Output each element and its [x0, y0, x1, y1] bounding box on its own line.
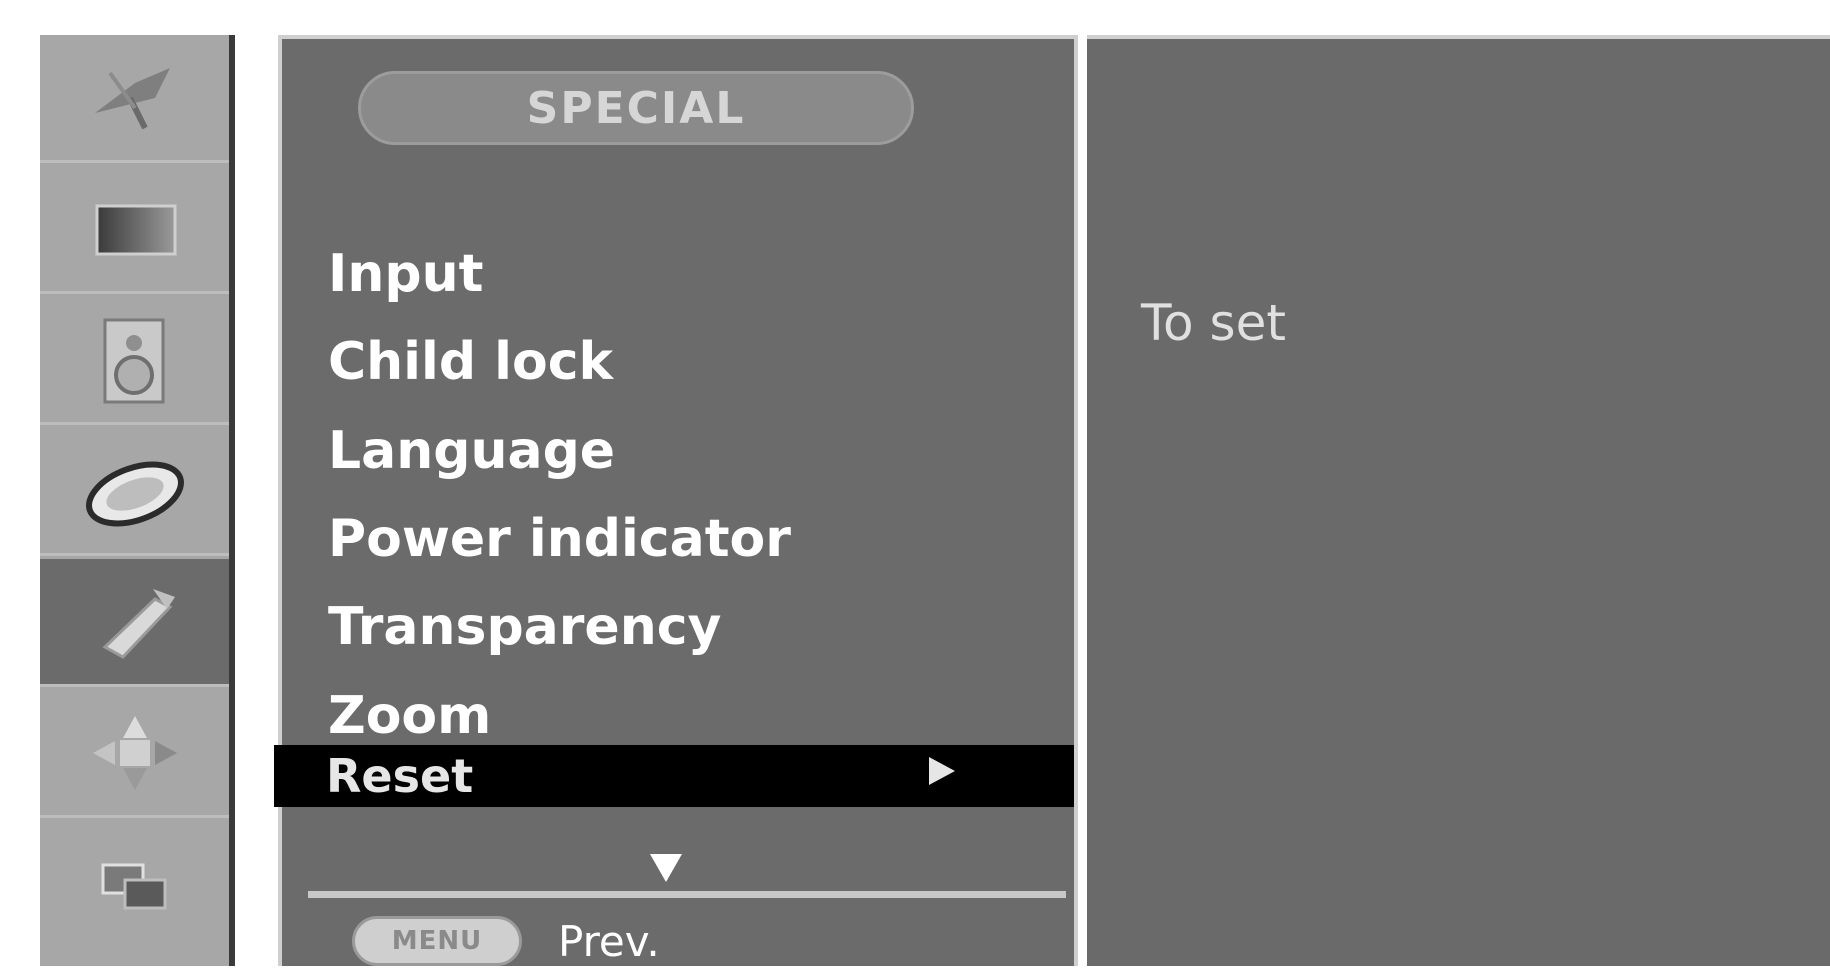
menu-item-zoom[interactable]: Zoom	[328, 676, 491, 756]
sidebar-item-station[interactable]	[40, 35, 229, 163]
footer-divider	[308, 891, 1066, 898]
sidebar-item-picture[interactable]	[40, 166, 229, 294]
menu-footer: MENU Prev.	[352, 911, 660, 971]
menu-item-power-indicator[interactable]: Power indicator	[328, 499, 791, 579]
chevron-right-icon	[929, 757, 955, 785]
menu-title: SPECIAL	[358, 71, 914, 145]
disc-icon	[85, 461, 184, 526]
speaker-icon	[103, 318, 164, 403]
special-menu-panel: SPECIAL Input Child lock Language Power …	[274, 35, 1078, 966]
sidebar-item-pip[interactable]	[40, 821, 229, 949]
screen-layers-icon	[101, 863, 166, 910]
sidebar-item-screen[interactable]	[40, 690, 229, 818]
menu-item-input[interactable]: Input	[328, 234, 483, 314]
menu-button-icon[interactable]: MENU	[352, 916, 522, 966]
menu-item-language[interactable]: Language	[328, 411, 615, 491]
description-text: To set	[1141, 294, 1286, 352]
menu-item-child-lock[interactable]: Child lock	[328, 322, 613, 402]
menu-item-transparency[interactable]: Transparency	[328, 587, 721, 667]
tool-icon	[101, 588, 175, 659]
direction-pad-icon	[92, 715, 177, 790]
sidebar-item-special[interactable]	[40, 559, 229, 687]
menu-item-reset[interactable]: Reset	[274, 745, 1074, 807]
category-sidebar	[40, 35, 235, 966]
description-panel: To set	[1087, 35, 1830, 966]
menu-item-reset-label: Reset	[326, 749, 474, 803]
scroll-down-icon	[650, 854, 682, 882]
sidebar-item-sound[interactable]	[40, 297, 229, 425]
picture-icon	[95, 204, 176, 255]
sidebar-item-time[interactable]	[40, 428, 229, 556]
satellite-dish-icon	[94, 67, 170, 129]
prev-label: Prev.	[558, 916, 660, 966]
